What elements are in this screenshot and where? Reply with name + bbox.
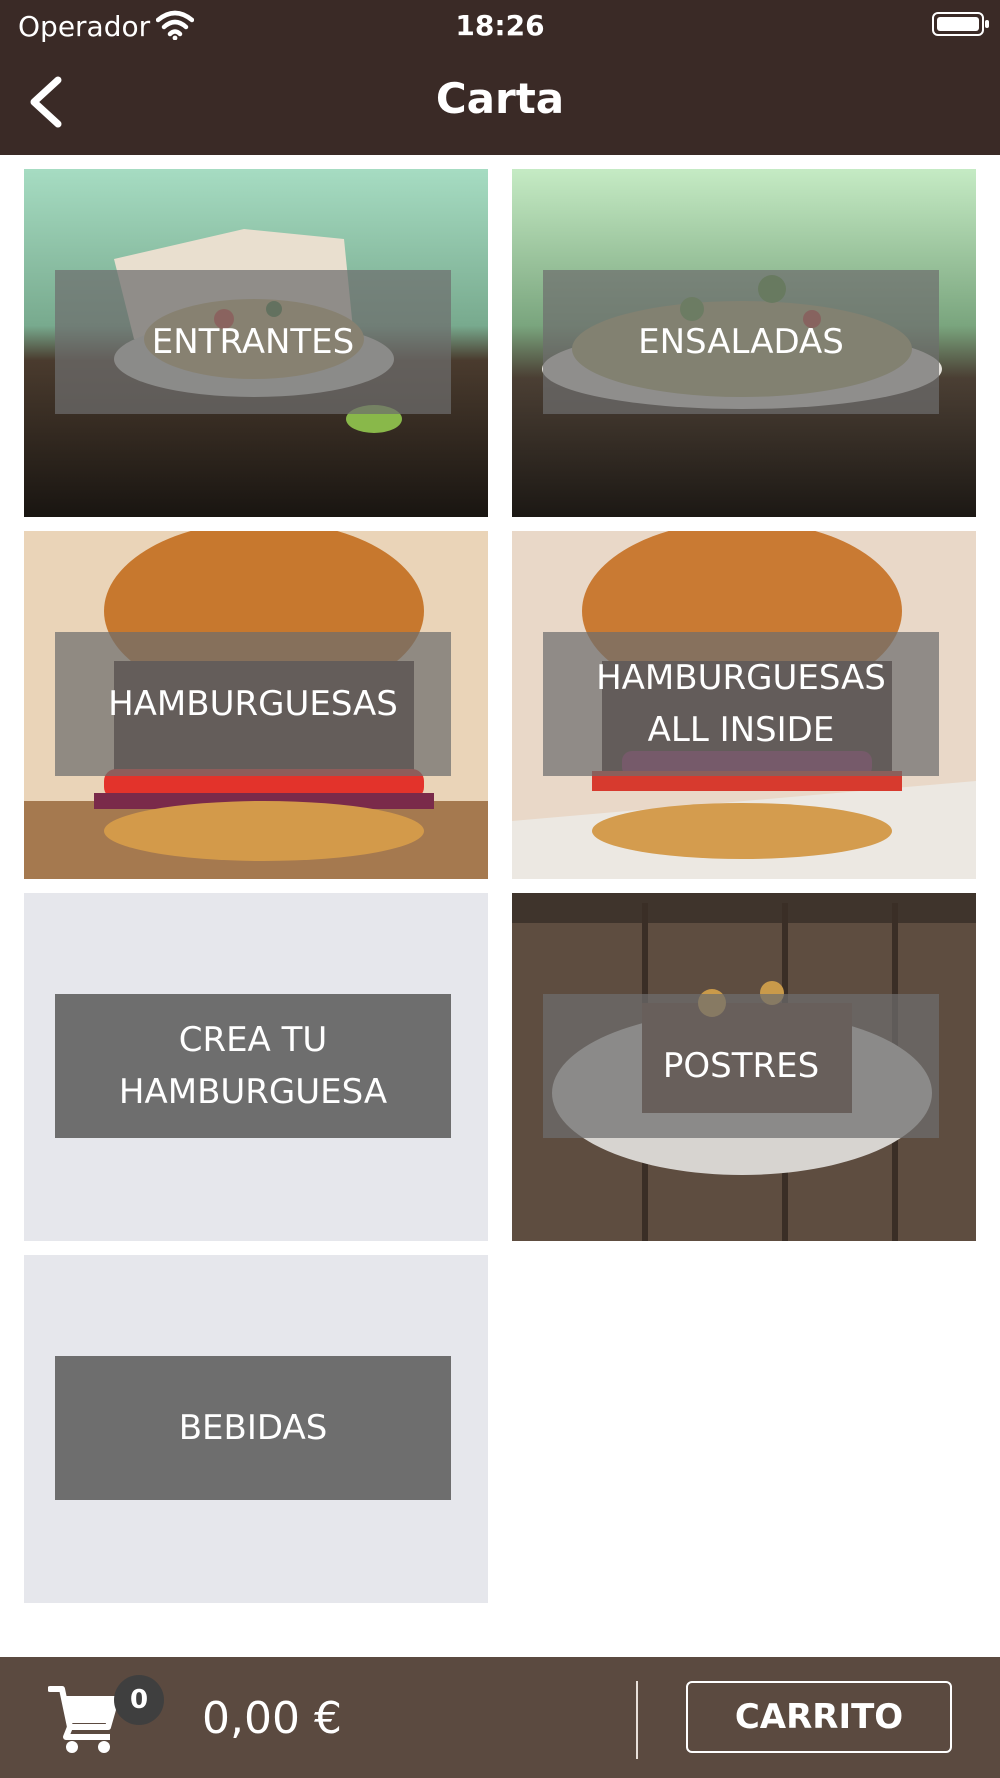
- category-label: HAMBURGUESAS: [55, 632, 451, 776]
- category-label: CREA TU HAMBURGUESA: [55, 994, 451, 1138]
- footer-divider: [636, 1681, 638, 1759]
- navigation-bar: Carta: [0, 50, 1000, 155]
- category-grid: ENTRANTES ENSALADAS HAMBURGUESAS HAMBURG…: [0, 155, 1000, 1655]
- cart-footer: 0 0,00 € CARRITO: [0, 1657, 1000, 1778]
- category-card-hamburguesas-all-inside[interactable]: HAMBURGUESAS ALL INSIDE: [512, 531, 976, 879]
- battery-icon: [932, 12, 989, 36]
- category-card-ensaladas[interactable]: ENSALADAS: [512, 169, 976, 517]
- clock: 18:26: [455, 9, 545, 42]
- category-card-postres[interactable]: POSTRES: [512, 893, 976, 1241]
- category-card-bebidas[interactable]: BEBIDAS: [24, 1255, 488, 1603]
- category-label: ENTRANTES: [55, 270, 451, 414]
- cart-button[interactable]: CARRITO: [686, 1681, 952, 1753]
- category-label: BEBIDAS: [55, 1356, 451, 1500]
- page-title: Carta: [435, 74, 565, 123]
- category-label: HAMBURGUESAS ALL INSIDE: [543, 632, 939, 776]
- shopping-cart-icon[interactable]: [48, 1683, 120, 1755]
- category-card-entrantes[interactable]: ENTRANTES: [24, 169, 488, 517]
- status-bar: Operador 18:26: [0, 0, 1000, 50]
- category-label: ENSALADAS: [543, 270, 939, 414]
- category-card-crea-tu-hamburguesa[interactable]: CREA TU HAMBURGUESA: [24, 893, 488, 1241]
- category-card-hamburguesas[interactable]: HAMBURGUESAS: [24, 531, 488, 879]
- category-label: POSTRES: [543, 994, 939, 1138]
- cart-count-badge: 0: [114, 1675, 164, 1725]
- cart-total: 0,00 €: [202, 1693, 342, 1744]
